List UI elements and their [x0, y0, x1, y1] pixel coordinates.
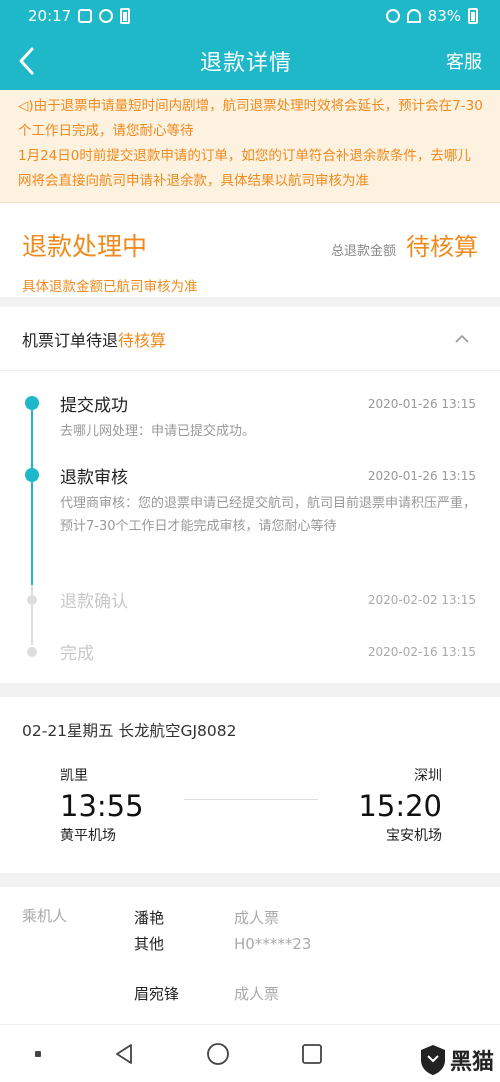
wifi-icon — [406, 9, 421, 23]
passenger-row: 乘机人 潘艳 成人票 其他 H0*****23 眉宛锋 成人票 — [22, 905, 478, 1007]
watermark-text: 黑猫 — [449, 1050, 494, 1075]
battery-icon — [468, 8, 478, 24]
step-dot — [25, 396, 39, 410]
passenger-label: 乘机人 — [22, 907, 68, 925]
summary-note: 具体退款金额已航司审核为准 — [22, 279, 198, 295]
battery-small-icon — [120, 8, 131, 24]
arrival-time: 15:20 — [358, 789, 442, 823]
amount-value: 待核算 — [406, 233, 478, 261]
step-review: 退款审核 2020-01-26 13:15 代理商审核：您的退票申请已经提交航司… — [25, 451, 477, 563]
passenger-name: 潘艳 — [134, 909, 165, 927]
flight-divider — [183, 799, 319, 800]
chevron-up-icon[interactable] — [454, 331, 470, 347]
vibrate-icon — [385, 9, 400, 23]
step-dot — [27, 595, 37, 605]
step-title: 退款确认 — [60, 592, 128, 612]
arrival-city: 深圳 — [414, 768, 442, 784]
step-desc: 代理商审核：您的退票申请已经提交航司，航司目前退票申请积压严重，预计7-30个工… — [60, 496, 477, 534]
arrival: 深圳 15:20 宝安机场 — [358, 765, 442, 845]
timeline: 提交成功 2020-01-26 13:15 去哪儿网处理：申请已提交成功。 退款… — [0, 371, 500, 669]
step-dot — [25, 468, 39, 482]
battery-percent: 83% — [427, 7, 461, 25]
amount-label: 总退款金额 — [330, 244, 396, 259]
passenger-type: 成人票 — [234, 985, 280, 1003]
notice-banner: ◁)由于退票申请量短时间内剧增，航司退票处理时效将会延长，预计会在7-30个工作… — [0, 90, 500, 203]
step-complete: 完成 2020-02-16 13:15 — [27, 625, 476, 669]
watermark: 黑猫 — [420, 1044, 494, 1076]
notice-line-2: 1月24日0时前提交退款申请的订单，如您的订单符合补退余款条件，去哪儿网将会直接… — [18, 148, 471, 189]
gallery-icon — [78, 9, 93, 23]
refund-summary: 退款处理中 总退款金额 待核算 具体退款金额已航司审核为准 — [0, 203, 500, 297]
customer-service-button[interactable]: 客服 — [446, 48, 482, 74]
timeline-line-active — [31, 401, 33, 585]
step-confirm: 退款确认 2020-02-02 13:15 — [27, 563, 476, 625]
progress-title: 机票订单待退待核算 — [22, 330, 167, 350]
step-time: 2020-02-02 13:15 — [367, 592, 476, 607]
departure-airport: 黄平机场 — [60, 828, 116, 844]
step-time: 2020-01-26 13:15 — [367, 396, 476, 411]
nav-header: 退款详情 客服 — [0, 32, 500, 90]
step-time: 2020-02-16 13:15 — [367, 644, 476, 659]
passenger-type: 成人票 — [234, 909, 280, 927]
passenger-name: 眉宛锋 — [134, 985, 180, 1003]
step-title: 提交成功 — [60, 396, 128, 416]
passenger-id: H0*****23 — [234, 935, 312, 953]
notice-line-1: 由于退票申请量短时间内剧增，航司退票处理时效将会延长，预计会在7-30个工作日完… — [18, 98, 483, 139]
status-bar: 20:17 83% — [0, 0, 500, 32]
top-bar: 20:17 83% 退款详情 客服 — [0, 0, 500, 90]
back-button[interactable] — [16, 46, 46, 76]
step-title: 退款审核 — [60, 468, 128, 488]
step-title: 完成 — [60, 644, 94, 664]
departure: 凯里 13:55 黄平机场 — [60, 765, 144, 845]
step-dot — [27, 647, 37, 657]
nav-recents-icon[interactable] — [300, 1042, 324, 1066]
departure-time: 13:55 — [60, 789, 144, 823]
flight-summary: 02-21星期五 长龙航空GJ8082 — [22, 722, 237, 740]
departure-city: 凯里 — [60, 768, 88, 784]
nav-home-icon[interactable] — [206, 1042, 230, 1066]
sync-icon — [99, 9, 114, 23]
status-time: 20:17 — [28, 7, 72, 25]
progress-tag: 待核算 — [118, 330, 167, 350]
nav-menu-button[interactable] — [35, 1050, 42, 1057]
flight-card[interactable]: 02-21星期五 长龙航空GJ8082 凯里 13:55 黄平机场 深圳 15:… — [0, 697, 500, 873]
progress-header[interactable]: 机票订单待退待核算 — [0, 307, 500, 371]
step-desc: 去哪儿网处理：申请已提交成功。 — [60, 424, 256, 439]
step-submitted: 提交成功 2020-01-26 13:15 去哪儿网处理：申请已提交成功。 — [25, 371, 476, 451]
refund-progress: 机票订单待退待核算 提交成功 2020-01-26 13:15 去哪儿网处理：申… — [0, 307, 500, 683]
passenger-name: 其他 — [134, 935, 165, 953]
passenger-card: 乘机人 潘艳 成人票 其他 H0*****23 眉宛锋 成人票 — [0, 887, 500, 1037]
page-title: 退款详情 — [199, 51, 292, 76]
timeline-line-idle — [31, 585, 33, 645]
chevron-left-icon — [19, 47, 34, 75]
speaker-icon: ◁) — [18, 98, 34, 114]
nav-back-icon[interactable] — [112, 1042, 136, 1066]
step-time: 2020-01-26 13:15 — [367, 468, 476, 483]
refund-status: 退款处理中 — [22, 232, 148, 261]
shield-icon — [420, 1045, 445, 1075]
arrival-airport: 宝安机场 — [386, 828, 442, 844]
